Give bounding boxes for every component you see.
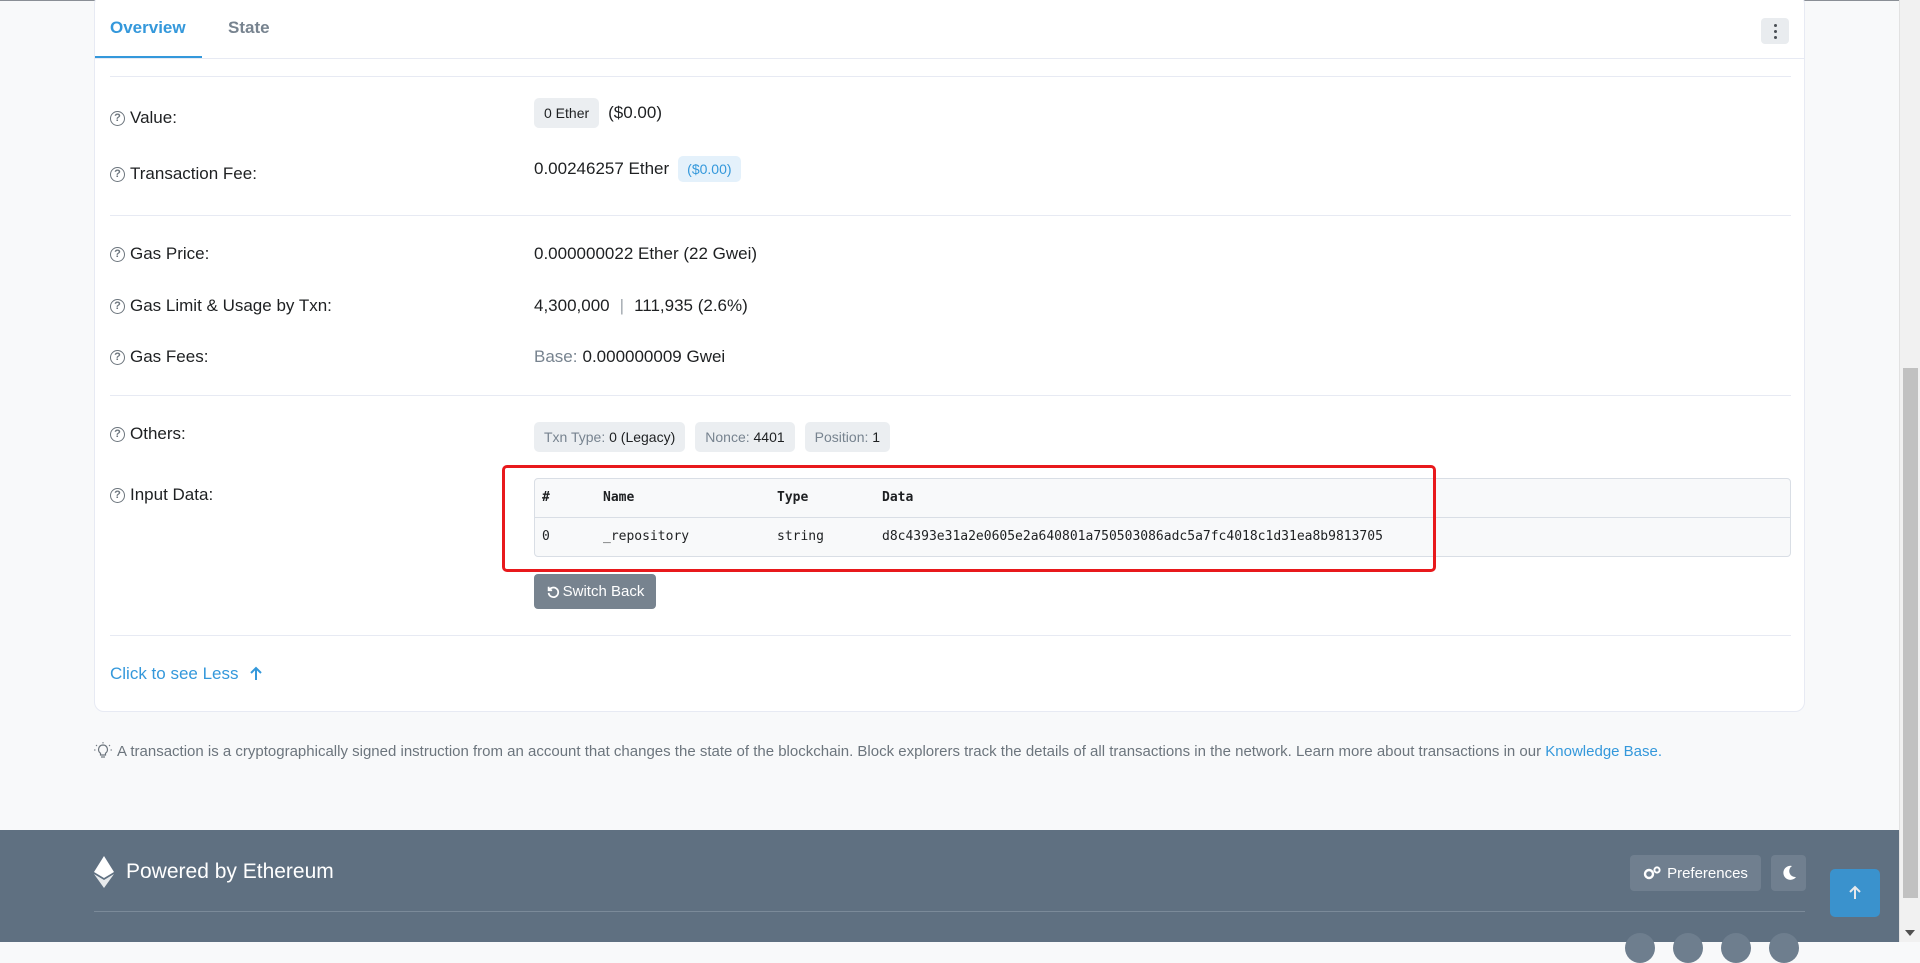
transaction-details-card: Overview State ? Value: 0 Ether ($0.00) … xyxy=(94,0,1805,712)
gas-fees-label-text: Gas Fees: xyxy=(130,347,209,366)
gas-price-value: 0.000000022 Ether (22 Gwei) xyxy=(534,244,757,264)
transaction-fee-label: ? Transaction Fee: xyxy=(110,164,257,184)
help-icon[interactable]: ? xyxy=(110,246,125,262)
value-label-text: Value: xyxy=(130,108,177,127)
gas-separator: | xyxy=(619,296,625,315)
help-icon[interactable]: ? xyxy=(110,110,125,126)
others-badges: Txn Type: 0 (Legacy) Nonce: 4401 Positio… xyxy=(534,422,891,452)
divider xyxy=(110,215,1791,216)
see-less-link[interactable]: Click to see Less xyxy=(110,664,263,684)
gas-limit-label-text: Gas Limit & Usage by Txn: xyxy=(130,296,332,315)
preferences-button[interactable]: Preferences xyxy=(1630,855,1761,891)
gas-price-label-text: Gas Price: xyxy=(130,244,210,263)
scroll-down-arrow-icon[interactable] xyxy=(1905,930,1915,936)
back-to-top-button[interactable] xyxy=(1830,869,1880,917)
social-icon[interactable] xyxy=(1673,933,1703,963)
switch-back-label: Switch Back xyxy=(562,583,645,600)
moon-icon xyxy=(1782,865,1796,880)
divider xyxy=(110,76,1791,77)
more-options-icon[interactable] xyxy=(1761,18,1789,44)
input-data-label-text: Input Data: xyxy=(130,485,214,504)
scrollbar[interactable] xyxy=(1899,0,1920,942)
gas-fees-value: Base: 0.000000009 Gwei xyxy=(534,347,725,367)
footer-divider xyxy=(94,911,1805,912)
transaction-fee-usd-badge: ($0.00) xyxy=(678,156,741,182)
arrow-up-icon xyxy=(249,666,262,680)
others-label: ? Others: xyxy=(110,424,186,444)
social-icon[interactable] xyxy=(1625,933,1655,963)
footnote: A transaction is a cryptographically sig… xyxy=(94,742,1662,760)
footer-brand-text: Powered by Ethereum xyxy=(126,860,334,883)
nonce-badge: Nonce: 4401 xyxy=(695,422,795,452)
txn-type-badge: Txn Type: 0 (Legacy) xyxy=(534,422,686,452)
gas-usage: 111,935 (2.6%) xyxy=(634,296,748,315)
help-icon[interactable]: ? xyxy=(110,487,125,503)
gas-limit: 4,300,000 xyxy=(534,296,610,315)
scrollbar-thumb[interactable] xyxy=(1903,368,1918,898)
help-icon[interactable]: ? xyxy=(110,298,125,314)
arrow-up-icon xyxy=(1849,885,1861,899)
others-label-text: Others: xyxy=(130,424,186,443)
value-usd: ($0.00) xyxy=(608,103,663,122)
gas-limit-label: ? Gas Limit & Usage by Txn: xyxy=(110,296,332,316)
undo-icon xyxy=(547,586,559,598)
help-icon[interactable]: ? xyxy=(110,426,125,442)
gas-price-text: 0.000000022 Ether (22 Gwei) xyxy=(534,244,758,263)
active-tab-indicator xyxy=(95,56,202,58)
gas-price-label: ? Gas Price: xyxy=(110,244,209,264)
ether-amount-badge: 0 Ether xyxy=(534,98,600,128)
social-icon[interactable] xyxy=(1769,933,1799,963)
knowledge-base-link[interactable]: Knowledge Base. xyxy=(1545,743,1662,760)
base-fee-value: 0.000000009 Gwei xyxy=(582,347,726,366)
preferences-label: Preferences xyxy=(1667,864,1748,882)
transaction-fee-amount: 0.00246257 Ether xyxy=(534,159,670,178)
footnote-text: A transaction is a cryptographically sig… xyxy=(117,742,1542,760)
tab-overview[interactable]: Overview xyxy=(110,18,186,38)
transaction-fee-field: 0.00246257 Ether ($0.00) xyxy=(534,156,741,182)
transaction-fee-label-text: Transaction Fee: xyxy=(130,164,257,183)
ethereum-logo-icon xyxy=(94,856,114,888)
social-icon[interactable] xyxy=(1721,933,1751,963)
gas-limit-value: 4,300,000 | 111,935 (2.6%) xyxy=(534,296,748,316)
switch-back-button[interactable]: Switch Back xyxy=(534,574,656,609)
gears-icon xyxy=(1643,866,1661,880)
tab-bar: Overview State xyxy=(95,0,1804,59)
lightbulb-icon xyxy=(94,742,112,758)
value-label: ? Value: xyxy=(110,108,177,128)
footer-brand: Powered by Ethereum xyxy=(94,856,334,888)
value-field: 0 Ether ($0.00) xyxy=(534,98,662,128)
footer: Powered by Ethereum Preferences xyxy=(0,830,1899,963)
help-icon[interactable]: ? xyxy=(110,349,125,365)
position-badge: Position: 1 xyxy=(804,422,891,452)
annotation-highlight-box xyxy=(502,465,1436,572)
base-fee-label: Base: xyxy=(534,347,578,366)
dark-mode-toggle[interactable] xyxy=(1771,855,1806,891)
input-data-label: ? Input Data: xyxy=(110,485,213,505)
tab-state[interactable]: State xyxy=(228,18,270,38)
see-less-text: Click to see Less xyxy=(110,664,239,683)
gas-fees-label: ? Gas Fees: xyxy=(110,347,208,367)
divider xyxy=(110,635,1791,636)
help-icon[interactable]: ? xyxy=(110,166,125,182)
divider xyxy=(110,395,1791,396)
